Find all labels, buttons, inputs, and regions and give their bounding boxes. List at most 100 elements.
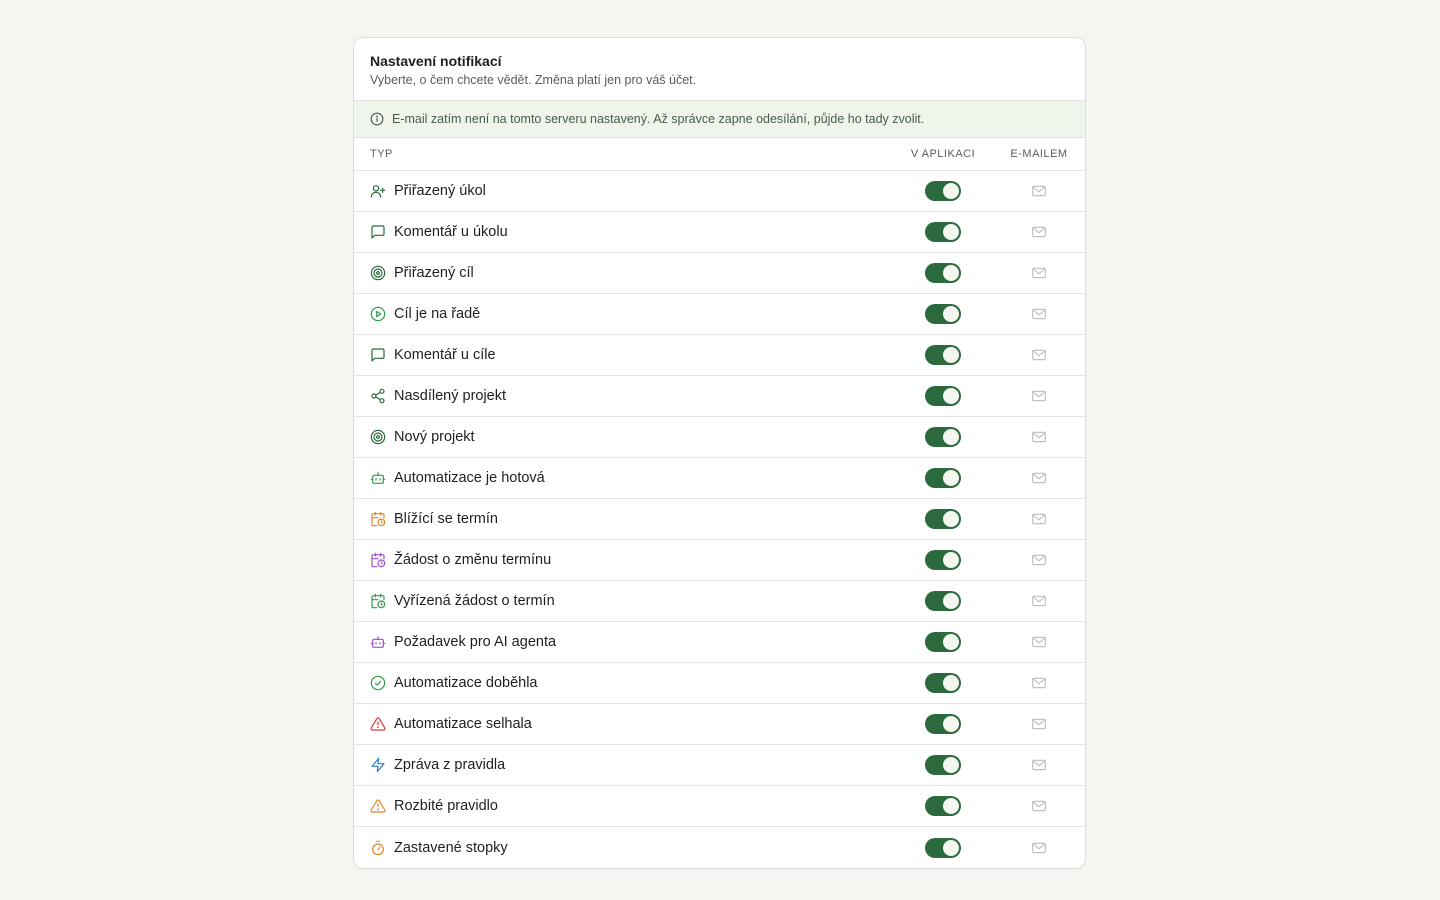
in-app-toggle[interactable] — [925, 591, 961, 611]
mail-icon — [1031, 511, 1047, 527]
in-app-toggle[interactable] — [925, 345, 961, 365]
toggle-knob — [943, 552, 959, 568]
mail-icon — [1031, 840, 1047, 856]
in-app-toggle[interactable] — [925, 796, 961, 816]
row-type-cell: Vyřízená žádost o termín — [354, 593, 893, 609]
table-row: Přiřazený úkol — [354, 171, 1085, 212]
toggle-knob — [943, 306, 959, 322]
in-app-cell — [893, 837, 993, 858]
in-app-toggle[interactable] — [925, 632, 961, 652]
email-cell — [993, 757, 1085, 773]
table-row: Rozbité pravidlo — [354, 786, 1085, 827]
email-cell — [993, 306, 1085, 322]
in-app-toggle[interactable] — [925, 550, 961, 570]
row-label: Automatizace selhala — [394, 716, 532, 732]
table-row: Zastavené stopky — [354, 827, 1085, 868]
toggle-knob — [943, 757, 959, 773]
in-app-toggle[interactable] — [925, 181, 961, 201]
in-app-cell — [893, 345, 993, 365]
card-header: Nastavení notifikací Vyberte, o čem chce… — [354, 38, 1085, 101]
calendar-clock-icon — [370, 552, 386, 568]
table-row: Automatizace selhala — [354, 704, 1085, 745]
play-circle-icon — [370, 306, 386, 322]
in-app-toggle[interactable] — [925, 509, 961, 529]
mail-icon — [1031, 306, 1047, 322]
toggle-knob — [943, 265, 959, 281]
row-type-cell: Přiřazený úkol — [354, 183, 893, 199]
row-type-cell: Automatizace doběhla — [354, 675, 893, 691]
warning-triangle-icon — [370, 716, 386, 732]
notification-settings-card: Nastavení notifikací Vyberte, o čem chce… — [353, 37, 1086, 869]
toggle-knob — [943, 675, 959, 691]
row-type-cell: Komentář u cíle — [354, 347, 893, 363]
toggle-knob — [943, 839, 959, 856]
row-label: Nasdílený projekt — [394, 388, 507, 404]
row-type-cell: Požadavek pro AI agenta — [354, 634, 893, 650]
email-cell — [993, 388, 1085, 404]
email-disabled-banner: E-mail zatím není na tomto serveru nasta… — [354, 101, 1085, 138]
row-label: Komentář u úkolu — [394, 224, 508, 240]
in-app-toggle[interactable] — [925, 673, 961, 693]
toggle-knob — [943, 716, 959, 732]
row-type-cell: Nasdílený projekt — [354, 388, 893, 404]
email-cell — [993, 840, 1085, 856]
warning-triangle-icon — [370, 798, 386, 814]
in-app-cell — [893, 304, 993, 324]
toggle-knob — [943, 429, 959, 445]
in-app-cell — [893, 263, 993, 283]
table-row: Vyřízená žádost o termín — [354, 581, 1085, 622]
calendar-clock-icon — [370, 511, 386, 527]
email-cell — [993, 634, 1085, 650]
banner-text: E-mail zatím není na tomto serveru nasta… — [392, 112, 925, 126]
email-cell — [993, 798, 1085, 814]
row-label: Žádost o změnu termínu — [394, 552, 552, 568]
email-cell — [993, 593, 1085, 609]
row-label: Cíl je na řadě — [394, 306, 481, 322]
in-app-toggle[interactable] — [925, 837, 961, 858]
row-label: Přiřazený úkol — [394, 183, 486, 199]
in-app-toggle[interactable] — [925, 427, 961, 447]
target-icon — [370, 429, 386, 445]
email-cell — [993, 347, 1085, 363]
target-icon — [370, 265, 386, 281]
in-app-cell — [893, 181, 993, 201]
table-row: Zpráva z pravidla — [354, 745, 1085, 786]
in-app-toggle[interactable] — [925, 304, 961, 324]
in-app-toggle[interactable] — [925, 468, 961, 488]
table-row: Komentář u cíle — [354, 335, 1085, 376]
row-type-cell: Žádost o změnu termínu — [354, 552, 893, 568]
in-app-cell — [893, 591, 993, 611]
calendar-clock-icon — [370, 593, 386, 609]
in-app-toggle[interactable] — [925, 263, 961, 283]
row-type-cell: Automatizace selhala — [354, 716, 893, 732]
row-label: Komentář u cíle — [394, 347, 496, 363]
in-app-toggle[interactable] — [925, 386, 961, 406]
page-title: Nastavení notifikací — [370, 53, 502, 69]
row-type-cell: Cíl je na řadě — [354, 306, 893, 322]
in-app-toggle[interactable] — [925, 222, 961, 242]
in-app-cell — [893, 673, 993, 693]
email-cell — [993, 675, 1085, 691]
in-app-toggle[interactable] — [925, 755, 961, 775]
in-app-cell — [893, 550, 993, 570]
mail-icon — [1031, 347, 1047, 363]
in-app-cell — [893, 796, 993, 816]
mail-icon — [1031, 265, 1047, 281]
comment-icon — [370, 224, 386, 240]
in-app-toggle[interactable] — [925, 714, 961, 734]
mail-icon — [1031, 470, 1047, 486]
page-subtitle: Vyberte, o čem chcete vědět. Změna platí… — [370, 73, 697, 87]
table-header: TYP V APLIKACI E-MAILEM — [354, 138, 1085, 171]
mail-icon — [1031, 183, 1047, 199]
lightning-icon — [370, 757, 386, 773]
row-label: Nový projekt — [394, 429, 475, 445]
in-app-cell — [893, 427, 993, 447]
toggle-knob — [943, 593, 959, 609]
table-row: Komentář u úkolu — [354, 212, 1085, 253]
table-row: Cíl je na řadě — [354, 294, 1085, 335]
column-header-email: E-MAILEM — [1010, 148, 1068, 160]
toggle-knob — [943, 347, 959, 363]
table-row: Automatizace je hotová — [354, 458, 1085, 499]
mail-icon — [1031, 388, 1047, 404]
table-row: Blížící se termín — [354, 499, 1085, 540]
